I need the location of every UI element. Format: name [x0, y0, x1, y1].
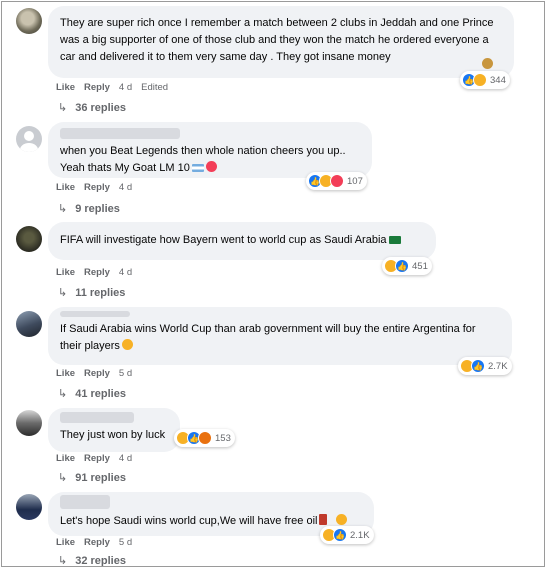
- reaction-count: 107: [347, 175, 363, 187]
- edited-label: Edited: [141, 82, 169, 93]
- grin-icon: [336, 514, 348, 525]
- view-replies-link[interactable]: ↳ 9 replies: [58, 202, 120, 215]
- like-reaction-icon: 👍: [333, 528, 347, 542]
- replies-count: 91 replies: [75, 472, 126, 484]
- like-button[interactable]: Like: [56, 368, 75, 379]
- grin-icon: [121, 339, 133, 350]
- replies-count: 11 replies: [75, 287, 126, 299]
- reply-arrow-icon: ↳: [58, 203, 68, 215]
- reply-button[interactable]: Reply: [84, 453, 110, 464]
- commenter-name[interactable]: [60, 495, 110, 509]
- reaction-summary[interactable]: 👍 2.1K: [320, 526, 374, 544]
- heart-icon: [205, 161, 217, 172]
- avatar[interactable]: [16, 494, 42, 520]
- comment-text: They just won by luck: [60, 429, 166, 441]
- reaction-count: 451: [412, 260, 428, 272]
- like-button[interactable]: Like: [56, 182, 75, 193]
- commenter-name[interactable]: [60, 128, 180, 139]
- avatar[interactable]: [16, 226, 42, 252]
- view-replies-link[interactable]: ↳ 32 replies: [58, 554, 126, 567]
- reaction-count: 2.1K: [350, 529, 370, 541]
- reply-arrow-icon: ↳: [58, 555, 68, 567]
- view-replies-link[interactable]: ↳ 41 replies: [58, 387, 126, 400]
- avatar[interactable]: [16, 8, 42, 34]
- reaction-count: 153: [215, 432, 231, 444]
- replies-count: 36 replies: [75, 102, 126, 114]
- like-reaction-icon: 👍: [395, 259, 409, 273]
- comment-actions: Like Reply 4 d: [56, 182, 141, 193]
- like-button[interactable]: Like: [56, 267, 75, 278]
- reaction-count: 344: [490, 74, 506, 86]
- comment-actions: Like Reply 4 d: [56, 453, 141, 464]
- argentina-flag-icon: [191, 164, 204, 172]
- commenter-name[interactable]: [60, 311, 130, 317]
- timestamp[interactable]: 4 d: [119, 453, 132, 464]
- reply-arrow-icon: ↳: [58, 102, 68, 114]
- replies-count: 9 replies: [75, 203, 120, 215]
- view-replies-link[interactable]: ↳ 91 replies: [58, 471, 126, 484]
- view-replies-link[interactable]: ↳ 36 replies: [58, 101, 126, 114]
- commenter-name[interactable]: [60, 412, 134, 423]
- reply-arrow-icon: ↳: [58, 388, 68, 400]
- angry-reaction-icon: [198, 431, 212, 445]
- avatar[interactable]: [16, 311, 42, 337]
- like-button[interactable]: Like: [56, 537, 75, 548]
- avatar[interactable]: [16, 126, 42, 152]
- comment-text: Let's hope Saudi wins world cup,We will …: [60, 513, 362, 530]
- replies-count: 32 replies: [75, 555, 126, 567]
- comment-bubble: FIFA will investigate how Bayern went to…: [48, 222, 436, 260]
- love-reaction-icon: [330, 174, 344, 188]
- timestamp[interactable]: 5 d: [119, 368, 132, 379]
- reply-button[interactable]: Reply: [84, 82, 110, 93]
- comment-bubble: If Saudi Arabia wins World Cup than arab…: [48, 307, 512, 365]
- timestamp[interactable]: 5 d: [119, 537, 132, 548]
- comment-actions: Like Reply 4 d Edited: [56, 82, 177, 93]
- reaction-summary[interactable]: 👍 107: [306, 172, 367, 190]
- oil-drum-icon: [319, 514, 328, 525]
- money-bag-icon: [482, 58, 493, 69]
- comment-actions: Like Reply 4 d: [56, 267, 141, 278]
- reply-button[interactable]: Reply: [84, 182, 110, 193]
- like-button[interactable]: Like: [56, 453, 75, 464]
- reply-button[interactable]: Reply: [84, 368, 110, 379]
- comment-bubble: when you Beat Legends then whole nation …: [48, 122, 372, 178]
- reaction-summary[interactable]: 👍 153: [174, 429, 235, 447]
- comment-text: FIFA will investigate how Bayern went to…: [60, 232, 424, 249]
- wow-reaction-icon: [473, 73, 487, 87]
- timestamp[interactable]: 4 d: [119, 82, 132, 93]
- reaction-summary[interactable]: 👍 451: [382, 257, 432, 275]
- reaction-summary[interactable]: 👍 2.7K: [458, 357, 512, 375]
- like-reaction-icon: 👍: [471, 359, 485, 373]
- reply-arrow-icon: ↳: [58, 472, 68, 484]
- reply-button[interactable]: Reply: [84, 537, 110, 548]
- comment-actions: Like Reply 5 d: [56, 368, 141, 379]
- replies-count: 41 replies: [75, 388, 126, 400]
- comment-text: They are super rich once I remember a ma…: [60, 17, 494, 63]
- comments-panel: They are super rich once I remember a ma…: [1, 1, 545, 567]
- reaction-summary[interactable]: 👍 344: [460, 71, 510, 89]
- timestamp[interactable]: 4 d: [119, 182, 132, 193]
- avatar[interactable]: [16, 410, 42, 436]
- like-button[interactable]: Like: [56, 82, 75, 93]
- comment-actions: Like Reply 5 d: [56, 537, 141, 548]
- reaction-count: 2.7K: [488, 360, 508, 372]
- timestamp[interactable]: 4 d: [119, 267, 132, 278]
- comment-text: If Saudi Arabia wins World Cup than arab…: [60, 323, 476, 352]
- saudi-flag-icon: [388, 236, 401, 244]
- view-replies-link[interactable]: ↳ 11 replies: [58, 286, 125, 299]
- comment-bubble: They are super rich once I remember a ma…: [48, 6, 514, 78]
- reply-button[interactable]: Reply: [84, 267, 110, 278]
- comment-bubble: They just won by luck: [48, 408, 180, 452]
- reply-arrow-icon: ↳: [58, 287, 68, 299]
